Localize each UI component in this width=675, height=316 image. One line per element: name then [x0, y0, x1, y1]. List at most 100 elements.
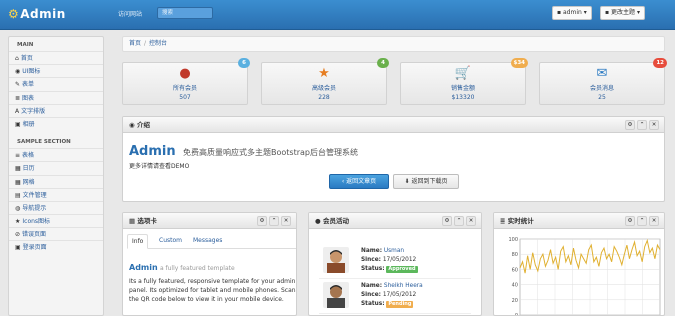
stat-value: 228 [318, 94, 330, 101]
sidebar-item[interactable]: ◍ 导航提示 [9, 200, 103, 214]
member-row: Name: Sheikh Heera Since: 17/05/2012 Statu… [319, 280, 471, 314]
collapse-button[interactable]: ⌃ [637, 120, 647, 130]
edit-icon: ✎ [15, 81, 21, 89]
name-label: Name: [361, 248, 383, 254]
close-button[interactable]: ✕ [649, 216, 659, 226]
brand-logo[interactable]: ⚙Admin [8, 7, 66, 21]
settings-button[interactable]: ⚙ [625, 216, 635, 226]
intro-subtitle: 免费高质量响应式多主题Bootstrap后台管理系统 [183, 148, 358, 157]
theme-icon: ▪ [605, 9, 610, 16]
sidebar-item-label: 导航提示 [22, 204, 47, 212]
breadcrumb-dashboard[interactable]: 控制台 [149, 40, 167, 47]
tab-info[interactable]: Info [127, 234, 149, 249]
align-justify-icon: ≡ [15, 152, 21, 160]
sidebar-item[interactable]: ▦ 网格 [9, 174, 103, 188]
search-input[interactable]: 搜索 [157, 7, 213, 19]
download-button-label: 返回到下载页 [411, 178, 448, 185]
back-to-download-button[interactable]: ⬇ 返回到下载页 [393, 174, 459, 189]
member-since: 17/05/2012 [382, 257, 417, 263]
sidebar-item[interactable]: ▤ 文件管理 [9, 187, 103, 201]
stat-value: 25 [598, 94, 606, 101]
member-info: Name: Sheikh Heera Since: 17/05/2012 Statu… [361, 282, 423, 309]
collapse-button[interactable]: ⌃ [454, 216, 464, 226]
tab-messages[interactable]: Messages [189, 234, 226, 249]
star-icon: ★ [15, 218, 21, 226]
panel-controls: ⚙ ⌃ ✕ [623, 120, 659, 136]
user-icon: ▪ [557, 9, 562, 16]
panel-controls: ⚙ ⌃ ✕ [440, 216, 476, 232]
sidebar-item-label: 图表 [22, 94, 35, 102]
status-label: Status: [361, 266, 385, 272]
settings-button[interactable]: ⚙ [442, 216, 452, 226]
panel-title: 实时统计 [507, 217, 534, 225]
members-panel: ● 会员活动 ⚙ ⌃ ✕ Name: Usman Since: 17/05/2012 S… [308, 212, 482, 316]
sidebar-item[interactable]: ▦ 日历 [9, 161, 103, 174]
breadcrumb-home[interactable]: 首页 [129, 40, 141, 47]
close-button[interactable]: ✕ [649, 120, 659, 130]
tabs-panel: ▦ 选项卡 ⚙ ⌃ ✕ Info Custom Messages Admin a f… [122, 212, 297, 316]
collapse-button[interactable]: ⌃ [269, 216, 279, 226]
headline-main: Admin [129, 263, 158, 272]
collapse-button[interactable]: ⌃ [637, 216, 647, 226]
sidebar-item[interactable]: ▣ 相册 [9, 116, 103, 130]
shopping-cart-icon: 🛒 [454, 66, 472, 81]
caret-down-icon: ▾ [636, 9, 640, 16]
y-tick-label: 100 [508, 237, 518, 243]
sidebar-item[interactable]: ▣ 登录页面 [9, 240, 103, 253]
sidebar-item[interactable]: ★ Icons图标 [9, 214, 103, 227]
list-icon: ≣ [500, 217, 506, 225]
panel-header: ◉ 介绍 ⚙ ⌃ ✕ [123, 117, 664, 133]
member-name[interactable]: Sheikh Heera [384, 283, 423, 289]
theme-label: 更改主题 [611, 9, 636, 16]
sidebar-item[interactable]: ⊘ 错误页面 [9, 227, 103, 240]
stat-value: 507 [179, 94, 191, 101]
list-icon: ≣ [15, 94, 21, 102]
intro-more-text: 更多详情请查看DEMO [129, 163, 190, 170]
stat-card[interactable]: ✉ 会员消息 25 12 [539, 58, 667, 105]
breadcrumb-separator: / [144, 40, 147, 47]
tab-content-headline: Admin a fully featured template [129, 263, 235, 272]
star-icon: ★ [318, 66, 330, 81]
sidebar-item-label: 表格 [22, 152, 35, 160]
sidebar-section-title: SAMPLE SECTION [17, 139, 71, 146]
visit-site-link[interactable]: 访问网站 [118, 9, 142, 18]
stat-card[interactable]: ● 所有会员 507 6 [122, 58, 250, 105]
tab-custom[interactable]: Custom [155, 234, 186, 249]
settings-button[interactable]: ⚙ [257, 216, 267, 226]
since-label: Since: [361, 257, 381, 263]
back-to-article-button[interactable]: ‹ 返回文章页 [329, 174, 389, 189]
ban-icon: ⊘ [15, 231, 21, 239]
member-name[interactable]: Usman [384, 248, 404, 254]
user-menu-button[interactable]: ▪ admin ▾ [552, 6, 592, 20]
sidebar-item-label: 错误页面 [22, 231, 47, 239]
user-name: admin [563, 9, 582, 16]
font-icon: A [15, 107, 20, 115]
sidebar-item[interactable]: ≡ 表格 [9, 148, 103, 161]
sidebar-item[interactable]: ◉ UI图标 [9, 64, 103, 77]
panel-title: 介绍 [136, 121, 150, 129]
headline-small: a fully featured template [159, 265, 235, 272]
stat-badge: 4 [377, 58, 389, 68]
change-theme-button[interactable]: ▪ 更改主题 ▾ [600, 6, 645, 20]
sidebar-item-label: UI图标 [22, 68, 41, 76]
brand-name: Admin [20, 7, 66, 21]
sidebar-item[interactable]: ✎ 表单 [9, 77, 103, 90]
realtime-stats-panel: ≣ 实时统计 ⚙ ⌃ ✕ 0 20 40 60 80 100 [493, 212, 665, 316]
realtime-line-chart: 020406080100 [508, 237, 661, 315]
sidebar-item[interactable]: ≣ 图表 [9, 90, 103, 104]
sidebar-item[interactable]: ⌂ 首页 [9, 51, 103, 64]
panel-controls: ⚙ ⌃ ✕ [255, 216, 291, 232]
picture-icon: ▣ [15, 120, 21, 128]
settings-button[interactable]: ⚙ [625, 120, 635, 130]
breadcrumb: 首页 / 控制台 [122, 36, 665, 52]
th-icon: ▦ [129, 217, 136, 225]
sidebar-item[interactable]: A 文字排版 [9, 103, 103, 117]
tab-bar: Info Custom Messages [127, 234, 296, 249]
close-button[interactable]: ✕ [281, 216, 291, 226]
y-tick-label: 80 [512, 252, 518, 258]
stat-card[interactable]: ★ 高级会员 228 4 [261, 58, 389, 105]
stat-card[interactable]: 🛒 销售金额 $13320 $34 [400, 58, 528, 105]
panel-title: 会员活动 [322, 217, 349, 225]
panel-header: ≣ 实时统计 ⚙ ⌃ ✕ [494, 213, 664, 229]
close-button[interactable]: ✕ [466, 216, 476, 226]
